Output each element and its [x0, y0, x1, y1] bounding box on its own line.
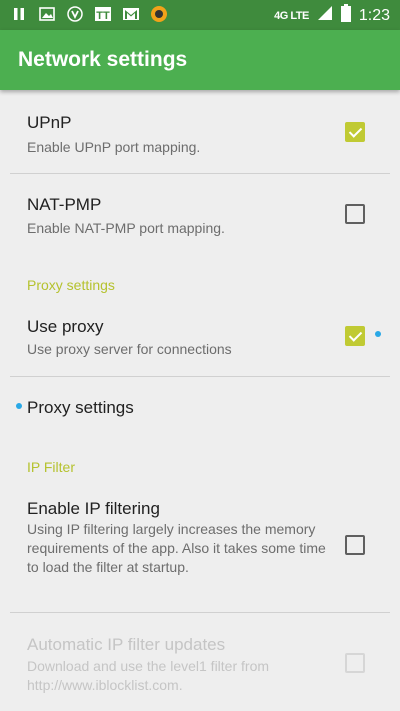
proxy-category-header: Proxy settings: [27, 277, 115, 293]
nat-pmp-title: NAT-PMP: [27, 195, 102, 214]
use-proxy-summary: Use proxy server for connections: [27, 341, 232, 357]
nat-pmp-summary: Enable NAT-PMP port mapping.: [27, 220, 225, 236]
enable-ip-filtering-summary: Using IP filtering largely increases the…: [27, 521, 326, 575]
use-proxy-title: Use proxy: [27, 317, 104, 336]
indicator-dot: [16, 403, 22, 409]
system-icons: 4G LTE 1:23: [274, 4, 390, 27]
battery-icon: [340, 4, 351, 27]
signal-icon: [317, 5, 333, 26]
enable-ip-filtering-preference[interactable]: Enable IP filtering Using IP filtering l…: [0, 482, 400, 612]
notification-icons: TT: [10, 5, 168, 23]
status-bar: TT 4G LTE 1:23: [0, 0, 400, 30]
torrent-app-icon: [150, 5, 168, 23]
proxy-settings-preference[interactable]: Proxy settings: [0, 377, 400, 439]
enable-ip-filtering-checkbox[interactable]: [345, 535, 365, 555]
clock: 1:23: [358, 6, 390, 24]
auto-ip-filter-updates-title: Automatic IP filter updates: [27, 635, 226, 654]
auto-ip-filter-updates-checkbox: [345, 653, 365, 673]
indicator-dot: [375, 331, 381, 337]
svg-text:TT: TT: [96, 10, 110, 22]
ip-filter-category-header: IP Filter: [27, 459, 75, 475]
network-type-label: 4G LTE: [274, 9, 309, 22]
use-proxy-checkbox[interactable]: [345, 326, 365, 346]
upnp-checkbox[interactable]: [345, 122, 365, 142]
gmail-icon: [122, 5, 140, 23]
image-icon: [38, 5, 56, 23]
app-bar: Network settings: [0, 30, 400, 90]
upnp-title: UPnP: [27, 113, 72, 132]
use-proxy-preference[interactable]: Use proxy Use proxy server for connectio…: [0, 300, 400, 376]
page-title: Network settings: [18, 48, 188, 71]
nat-pmp-checkbox[interactable]: [345, 204, 365, 224]
tt-app-icon: TT: [94, 5, 112, 23]
enable-ip-filtering-title: Enable IP filtering: [27, 499, 160, 518]
auto-ip-filter-updates-preference: Automatic IP filter updates Download and…: [0, 613, 400, 711]
proxy-settings-title: Proxy settings: [27, 398, 134, 417]
auto-ip-filter-updates-summary: Download and use the level1 filter from …: [27, 658, 270, 693]
upnp-summary: Enable UPnP port mapping.: [27, 139, 201, 155]
pause-icon: [10, 5, 28, 23]
nat-pmp-preference[interactable]: NAT-PMP Enable NAT-PMP port mapping.: [0, 174, 400, 258]
upnp-preference[interactable]: UPnP Enable UPnP port mapping.: [0, 95, 400, 173]
shield-icon: [66, 5, 84, 23]
